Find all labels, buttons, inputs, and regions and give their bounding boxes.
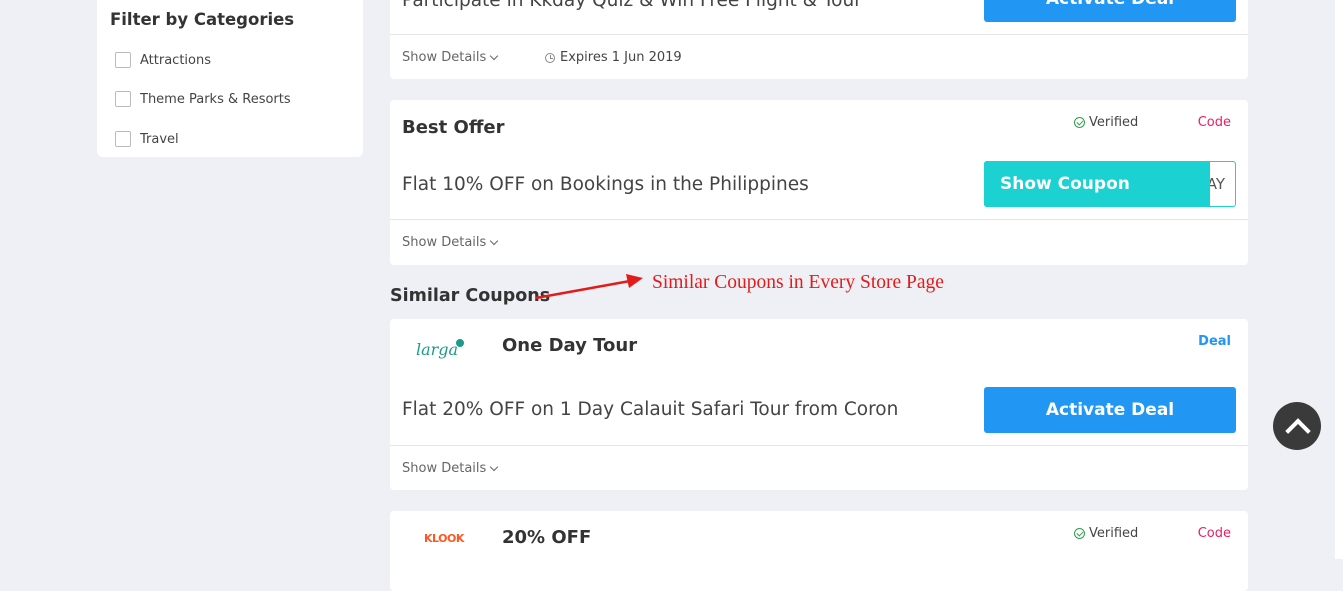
coupon-type-tag: Deal <box>1198 334 1231 349</box>
coupon-description: Participate in Kkday Quiz & Win Free Fli… <box>402 0 862 11</box>
annotation-text: Similar Coupons in Every Store Page <box>652 272 944 293</box>
page-right-edge <box>1335 0 1343 559</box>
show-details-label: Show Details <box>402 235 487 250</box>
show-coupon-label: Show Coupon <box>984 161 1210 207</box>
filter-panel: Filter by Categories Attractions Theme P… <box>97 0 363 157</box>
category-attractions[interactable]: Attractions <box>115 50 211 70</box>
verified-label: Verified <box>1089 526 1139 541</box>
expiry-label: Expires 1 Jun 2019 <box>560 50 682 65</box>
show-coupon-button[interactable]: AY Show Coupon <box>984 161 1236 207</box>
coupon-description: Flat 20% OFF on 1 Day Calauit Safari Tou… <box>402 399 899 420</box>
verified-label: Verified <box>1089 115 1139 130</box>
verified-badge: Verified <box>1074 115 1138 130</box>
logo-text: larga <box>416 340 458 359</box>
activate-deal-button[interactable]: Activate Deal <box>984 0 1236 22</box>
category-label: Attractions <box>140 52 211 68</box>
offer-title: 20% OFF <box>502 527 592 548</box>
offer-title: Best Offer <box>402 117 505 138</box>
activate-deal-button[interactable]: Activate Deal <box>984 387 1236 433</box>
checkbox[interactable] <box>115 91 131 107</box>
offer-title: One Day Tour <box>502 335 638 356</box>
chevron-down-icon <box>490 51 499 60</box>
check-circle-icon <box>1074 117 1085 128</box>
coupon-card: Participate in Kkday Quiz & Win Free Fli… <box>390 0 1248 79</box>
verified-badge: Verified <box>1074 526 1138 541</box>
larga-logo: larga <box>414 333 474 367</box>
show-details-link[interactable]: Show Details <box>402 461 499 476</box>
coupon-type-tag: Code <box>1197 526 1231 541</box>
coupon-description: Flat 10% OFF on Bookings in the Philippi… <box>402 174 809 195</box>
klook-logo: KLOOK <box>424 532 464 545</box>
coupon-card: KLOOK 20% OFF Verified Code <box>390 511 1248 591</box>
show-details-label: Show Details <box>402 461 487 476</box>
checkbox[interactable] <box>115 131 131 147</box>
clock-icon <box>545 52 555 63</box>
check-circle-icon <box>1074 528 1085 539</box>
coupon-card: larga One Day Tour Deal Flat 20% OFF on … <box>390 319 1248 490</box>
chevron-down-icon <box>490 462 499 471</box>
filter-title: Filter by Categories <box>110 10 295 29</box>
arrow-icon <box>535 274 643 300</box>
expiry-info: Expires 1 Jun 2019 <box>545 50 682 65</box>
category-travel[interactable]: Travel <box>115 129 179 149</box>
divider <box>390 445 1248 446</box>
chevron-up-icon[interactable] <box>1273 402 1321 450</box>
category-theme-parks[interactable]: Theme Parks & Resorts <box>115 89 291 109</box>
checkbox[interactable] <box>115 52 131 68</box>
category-label: Travel <box>140 131 179 147</box>
coupon-type-tag: Code <box>1197 115 1231 130</box>
divider <box>390 219 1248 220</box>
category-label: Theme Parks & Resorts <box>140 91 291 107</box>
section-title: Similar Coupons <box>390 286 551 306</box>
coupon-card: Best Offer Verified Code Flat 10% OFF on… <box>390 100 1248 265</box>
chevron-down-icon <box>490 236 499 245</box>
show-details-link[interactable]: Show Details <box>402 235 499 250</box>
divider <box>390 34 1248 35</box>
show-details-label: Show Details <box>402 50 487 65</box>
show-details-link[interactable]: Show Details <box>402 50 499 65</box>
